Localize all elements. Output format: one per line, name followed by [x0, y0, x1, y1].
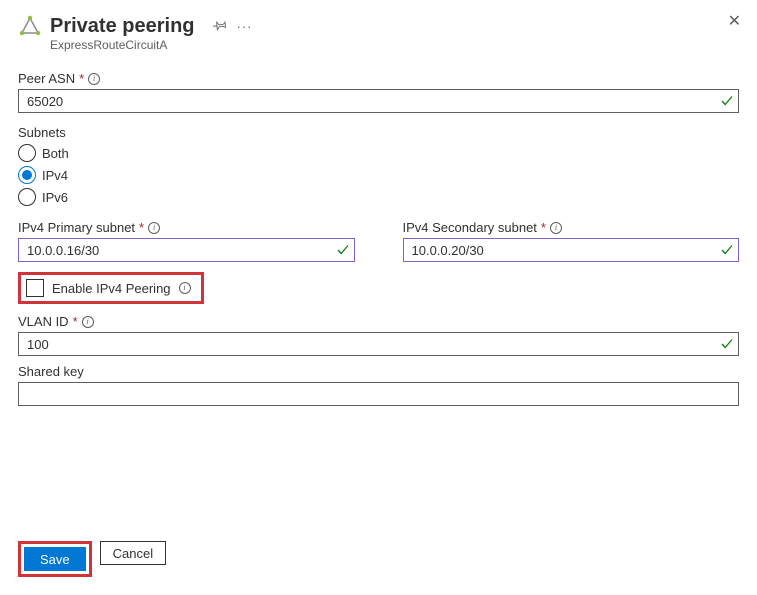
radio-ipv4-label: IPv4 — [42, 168, 68, 183]
required-asterisk: * — [73, 314, 78, 329]
subnets-radio-group: Both IPv4 IPv6 — [18, 144, 739, 206]
required-asterisk: * — [541, 220, 546, 235]
blade-footer: Save Cancel — [18, 541, 166, 577]
shared-key-label: Shared key — [18, 364, 84, 379]
more-icon[interactable]: ··· — [237, 19, 253, 34]
close-icon[interactable]: ✕ — [728, 14, 741, 30]
required-asterisk: * — [139, 220, 144, 235]
shared-key-field: Shared key — [18, 364, 739, 406]
ipv4-secondary-field: IPv4 Secondary subnet * i — [403, 220, 740, 262]
radio-both[interactable]: Both — [18, 144, 739, 162]
ipv4-primary-label: IPv4 Primary subnet — [18, 220, 135, 235]
peer-asn-field: Peer ASN * i — [18, 71, 739, 113]
required-asterisk: * — [79, 71, 84, 86]
info-icon[interactable]: i — [148, 222, 160, 234]
page-title: Private peering — [50, 14, 195, 38]
info-icon[interactable]: i — [550, 222, 562, 234]
radio-ipv4[interactable]: IPv4 — [18, 166, 739, 184]
peering-logo-icon — [18, 15, 42, 39]
ipv4-secondary-input[interactable] — [403, 238, 740, 262]
enable-ipv4-peering-label: Enable IPv4 Peering — [52, 281, 171, 296]
ipv4-primary-input[interactable] — [18, 238, 355, 262]
enable-ipv4-peering-checkbox[interactable] — [26, 279, 44, 297]
enable-ipv4-peering-row: Enable IPv4 Peering i — [18, 272, 204, 304]
info-icon[interactable]: i — [88, 73, 100, 85]
radio-both-label: Both — [42, 146, 69, 161]
form-content: Peer ASN * i Subnets Both IPv4 — [18, 71, 739, 406]
info-icon[interactable]: i — [82, 316, 94, 328]
cancel-button[interactable]: Cancel — [100, 541, 166, 565]
blade-header: Private peering ExpressRouteCircuitA ···… — [18, 14, 739, 53]
vlan-id-label: VLAN ID — [18, 314, 69, 329]
radio-ipv6[interactable]: IPv6 — [18, 188, 739, 206]
shared-key-input[interactable] — [18, 382, 739, 406]
peer-asn-input[interactable] — [18, 89, 739, 113]
save-highlight: Save — [18, 541, 92, 577]
vlan-id-field: VLAN ID * i — [18, 314, 739, 356]
vlan-id-input[interactable] — [18, 332, 739, 356]
info-icon[interactable]: i — [179, 282, 191, 294]
private-peering-blade: Private peering ExpressRouteCircuitA ···… — [0, 0, 757, 595]
peer-asn-label: Peer ASN — [18, 71, 75, 86]
radio-ipv6-label: IPv6 — [42, 190, 68, 205]
ipv4-secondary-label: IPv4 Secondary subnet — [403, 220, 537, 235]
pin-icon[interactable] — [213, 18, 227, 35]
page-subtitle: ExpressRouteCircuitA — [50, 37, 195, 53]
subnets-label: Subnets — [18, 125, 739, 140]
ipv4-primary-field: IPv4 Primary subnet * i — [18, 220, 355, 262]
save-button[interactable]: Save — [24, 547, 86, 571]
